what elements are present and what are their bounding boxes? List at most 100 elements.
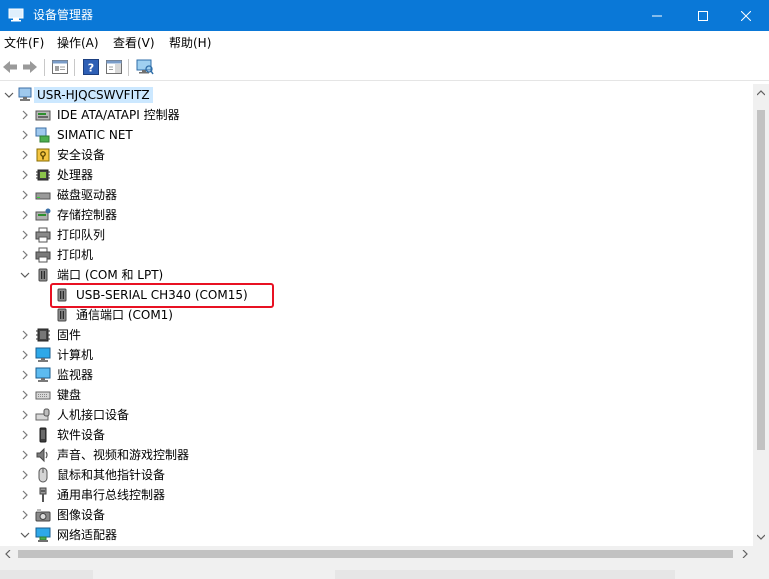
menu-view[interactable]: 查看(V) bbox=[113, 35, 155, 51]
chevron-right-icon[interactable] bbox=[19, 369, 31, 381]
tree-category-item[interactable]: 鼠标和其他指针设备 bbox=[0, 465, 753, 485]
properties-button[interactable] bbox=[51, 58, 69, 76]
properties-icon bbox=[52, 60, 68, 74]
tree-item-label: 人机接口设备 bbox=[57, 408, 130, 422]
chevron-right-icon[interactable] bbox=[19, 489, 31, 501]
action-pane-icon bbox=[106, 60, 122, 74]
chevron-right-icon[interactable] bbox=[19, 409, 31, 421]
security-device-icon bbox=[36, 148, 50, 162]
vertical-scrollbar[interactable] bbox=[753, 84, 769, 546]
tree-item-label: 通信端口 (COM1) bbox=[76, 308, 173, 322]
chevron-right-icon[interactable] bbox=[19, 249, 31, 261]
tree-item-label: USB-SERIAL CH340 (COM15) bbox=[76, 288, 248, 302]
firmware-icon bbox=[36, 328, 50, 342]
chevron-down-icon[interactable] bbox=[19, 269, 31, 281]
chevron-right-icon[interactable] bbox=[19, 389, 31, 401]
chevron-right-icon[interactable] bbox=[19, 469, 31, 481]
tree-device-item[interactable]: USB-SERIAL CH340 (COM15) bbox=[0, 285, 753, 305]
chevron-right-icon[interactable] bbox=[19, 169, 31, 181]
monitor-icon bbox=[35, 367, 51, 382]
tree-category-item[interactable]: 声音、视频和游戏控制器 bbox=[0, 445, 753, 465]
toolbar-separator bbox=[128, 59, 129, 76]
forward-button[interactable] bbox=[21, 58, 39, 76]
tree-device-item[interactable]: 通信端口 (COM1) bbox=[0, 305, 753, 325]
tree-category-item[interactable]: IDE ATA/ATAPI 控制器 bbox=[0, 105, 753, 125]
port-icon bbox=[38, 268, 48, 282]
port-icon bbox=[57, 288, 67, 302]
menu-help[interactable]: 帮助(H) bbox=[169, 35, 211, 51]
tree-category-item[interactable]: 计算机 bbox=[0, 345, 753, 365]
tree-root[interactable]: USR-HJQCSWVFITZ bbox=[0, 85, 753, 105]
tree-category-item[interactable]: 处理器 bbox=[0, 165, 753, 185]
chevron-down-icon[interactable] bbox=[19, 529, 31, 541]
mouse-icon bbox=[38, 467, 48, 483]
minimize-button[interactable] bbox=[634, 0, 680, 31]
network-adapter-icon bbox=[35, 527, 51, 542]
chevron-right-icon[interactable] bbox=[19, 109, 31, 121]
chevron-right-icon[interactable] bbox=[19, 129, 31, 141]
chevron-right-icon[interactable] bbox=[19, 189, 31, 201]
tree-item-label: 打印机 bbox=[57, 248, 94, 262]
back-button[interactable] bbox=[1, 58, 19, 76]
tree-category-item[interactable]: 固件 bbox=[0, 325, 753, 345]
horizontal-scrollbar[interactable] bbox=[0, 546, 753, 562]
tree-item-label: 端口 (COM 和 LPT) bbox=[57, 268, 164, 282]
scroll-up-icon[interactable] bbox=[757, 89, 765, 97]
tree-category-item[interactable]: 安全设备 bbox=[0, 145, 753, 165]
toolbar-separator bbox=[44, 59, 45, 76]
scroll-right-icon[interactable] bbox=[741, 550, 749, 558]
tree-item-label: 计算机 bbox=[57, 348, 94, 362]
tree-category-item[interactable]: 通用串行总线控制器 bbox=[0, 485, 753, 505]
device-manager-icon bbox=[8, 8, 24, 22]
vertical-scroll-thumb[interactable] bbox=[757, 110, 765, 450]
tree-category-item[interactable]: 图像设备 bbox=[0, 505, 753, 525]
scan-hardware-button[interactable] bbox=[136, 58, 154, 76]
chevron-right-icon[interactable] bbox=[19, 329, 31, 341]
chevron-right-icon[interactable] bbox=[19, 509, 31, 521]
tree-item-label: 存储控制器 bbox=[57, 208, 118, 222]
tree-category-item[interactable]: 监视器 bbox=[0, 365, 753, 385]
scroll-corner bbox=[753, 546, 769, 562]
chevron-right-icon[interactable] bbox=[19, 429, 31, 441]
scroll-left-icon[interactable] bbox=[4, 550, 12, 558]
maximize-button[interactable] bbox=[680, 0, 726, 31]
scan-hardware-icon bbox=[136, 59, 154, 75]
tree-category-item[interactable]: SIMATIC NET bbox=[0, 125, 753, 145]
device-tree[interactable]: USR-HJQCSWVFITZ IDE ATA/ATAPI 控制器 SIMATIC … bbox=[0, 84, 753, 546]
tree-category-item[interactable]: 打印机 bbox=[0, 245, 753, 265]
menu-file[interactable]: 文件(F) bbox=[4, 35, 44, 51]
keyboard-icon bbox=[35, 391, 51, 400]
svg-text:?: ? bbox=[88, 62, 94, 75]
tree-category-item[interactable]: 软件设备 bbox=[0, 425, 753, 445]
title-bar: 设备管理器 bbox=[0, 0, 769, 31]
tree-category-item[interactable]: 键盘 bbox=[0, 385, 753, 405]
menu-action[interactable]: 操作(A) bbox=[57, 35, 99, 51]
tree-item-label: 处理器 bbox=[57, 168, 94, 182]
action-pane-button[interactable] bbox=[105, 58, 123, 76]
back-icon bbox=[3, 61, 17, 73]
tree-item-label: 网络适配器 bbox=[57, 528, 118, 542]
usb-controller-icon bbox=[39, 487, 47, 502]
tree-category-item[interactable]: 网络适配器 bbox=[0, 525, 753, 545]
window-title: 设备管理器 bbox=[33, 8, 94, 22]
tree-category-item[interactable]: 磁盘驱动器 bbox=[0, 185, 753, 205]
scroll-down-icon[interactable] bbox=[757, 533, 765, 541]
chevron-down-icon[interactable] bbox=[3, 89, 15, 101]
help-button[interactable]: ? bbox=[82, 58, 100, 76]
horizontal-scroll-thumb[interactable] bbox=[18, 550, 733, 558]
chevron-right-icon[interactable] bbox=[19, 209, 31, 221]
tree-category-item[interactable]: 存储控制器 bbox=[0, 205, 753, 225]
network-device-icon bbox=[35, 127, 50, 143]
tree-category-item[interactable]: 人机接口设备 bbox=[0, 405, 753, 425]
hid-icon bbox=[35, 408, 50, 421]
chevron-right-icon[interactable] bbox=[19, 349, 31, 361]
tree-category-item[interactable]: 端口 (COM 和 LPT) bbox=[0, 265, 753, 285]
tree-category-item[interactable]: 打印队列 bbox=[0, 225, 753, 245]
tree-item-label: 声音、视频和游戏控制器 bbox=[57, 448, 190, 462]
processor-icon bbox=[36, 169, 50, 181]
menu-bar: 文件(F) 操作(A) 查看(V) 帮助(H) bbox=[0, 31, 769, 54]
chevron-right-icon[interactable] bbox=[19, 149, 31, 161]
chevron-right-icon[interactable] bbox=[19, 449, 31, 461]
chevron-right-icon[interactable] bbox=[19, 229, 31, 241]
close-button[interactable] bbox=[723, 0, 769, 31]
